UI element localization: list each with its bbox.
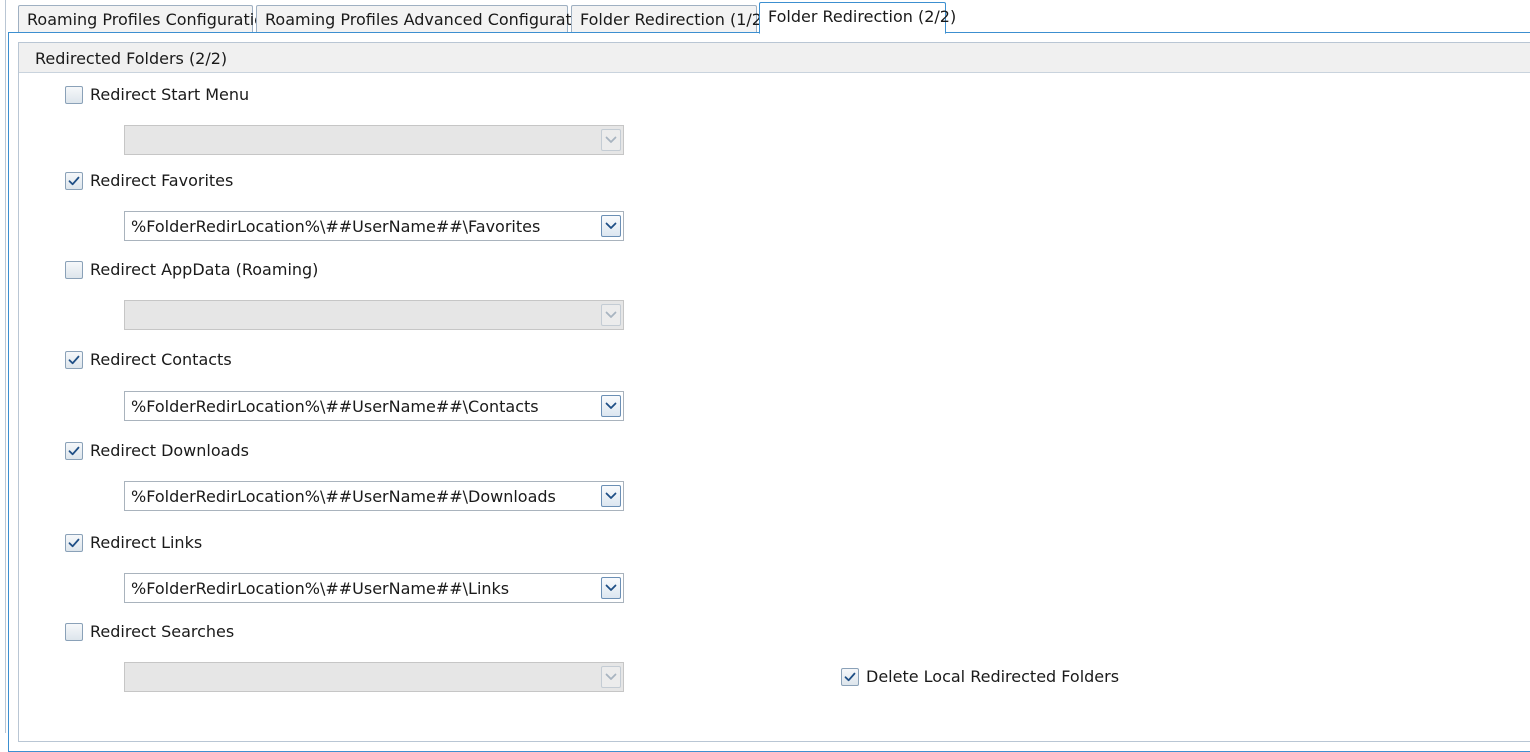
combo-value: %FolderRedirLocation%\##UserName##\Favor… (131, 217, 541, 236)
checkbox-label: Delete Local Redirected Folders (866, 667, 1120, 686)
group-header: Redirected Folders (2/2) (19, 43, 1530, 73)
chevron-down-icon (605, 673, 617, 680)
combo-value: %FolderRedirLocation%\##UserName##\Links (131, 579, 510, 598)
checkbox-label: Redirect Contacts (90, 350, 232, 369)
checkbox-label: Redirect Downloads (90, 441, 249, 460)
checkbox-label: Redirect Favorites (90, 171, 234, 190)
checkmark-icon (68, 538, 80, 548)
dropdown-button[interactable] (601, 129, 621, 151)
combo-value: %FolderRedirLocation%\##UserName##\Conta… (131, 397, 539, 416)
tab-label: Folder Redirection (1/2) (580, 10, 769, 29)
dropdown-button[interactable] (601, 215, 621, 237)
tab-label: Folder Redirection (2/2) (768, 7, 957, 26)
tab-roaming-profiles-advanced-configuration[interactable]: Roaming Profiles Advanced Configuration (256, 5, 596, 32)
checkbox-box[interactable] (65, 442, 83, 460)
combo-value: %FolderRedirLocation%\##UserName##\Downl… (131, 487, 556, 506)
group-title: Redirected Folders (2/2) (35, 49, 228, 68)
tab-label: Roaming Profiles Advanced Configuration (265, 10, 597, 29)
checkbox-box[interactable] (65, 86, 83, 104)
favorites-path-combo[interactable]: %FolderRedirLocation%\##UserName##\Favor… (124, 211, 624, 241)
checkbox-label: Redirect Start Menu (90, 85, 250, 104)
downloads-path-combo[interactable]: %FolderRedirLocation%\##UserName##\Downl… (124, 481, 624, 511)
links-path-combo[interactable]: %FolderRedirLocation%\##UserName##\Links (124, 573, 624, 603)
dropdown-button[interactable] (601, 666, 621, 688)
chevron-down-icon (605, 402, 617, 409)
checkmark-icon (68, 176, 80, 186)
checkbox-box[interactable] (65, 534, 83, 552)
chevron-down-icon (605, 311, 617, 318)
checkmark-icon (68, 446, 80, 456)
contacts-path-combo[interactable]: %FolderRedirLocation%\##UserName##\Conta… (124, 391, 624, 421)
chevron-down-icon (605, 584, 617, 591)
checkbox-box[interactable] (65, 172, 83, 190)
dropdown-button[interactable] (601, 577, 621, 599)
checkbox-label: Redirect AppData (Roaming) (90, 260, 319, 279)
tab-strip: Roaming Profiles Configuration Roaming P… (0, 0, 1530, 34)
checkbox-box[interactable] (65, 261, 83, 279)
appdata-path-combo[interactable] (124, 300, 624, 330)
dropdown-button[interactable] (601, 395, 621, 417)
start-menu-path-combo[interactable] (124, 125, 624, 155)
tab-folder-redirection-2[interactable]: Folder Redirection (2/2) (759, 2, 956, 34)
tab-roaming-profiles-configuration[interactable]: Roaming Profiles Configuration (18, 5, 274, 32)
dropdown-button[interactable] (601, 485, 621, 507)
chevron-down-icon (605, 492, 617, 499)
checkbox-box[interactable] (65, 351, 83, 369)
checkmark-icon (68, 355, 80, 365)
chevron-down-icon (605, 136, 617, 143)
checkmark-icon (844, 672, 856, 682)
searches-path-combo[interactable] (124, 662, 624, 692)
checkbox-label: Redirect Links (90, 533, 203, 552)
chevron-down-icon (605, 222, 617, 229)
tab-folder-redirection-1[interactable]: Folder Redirection (1/2) (571, 5, 768, 32)
dropdown-button[interactable] (601, 304, 621, 326)
checkbox-label: Redirect Searches (90, 622, 235, 641)
window-left-edge (0, 0, 6, 733)
checkbox-box[interactable] (841, 668, 859, 686)
checkbox-box[interactable] (65, 623, 83, 641)
tab-label: Roaming Profiles Configuration (27, 10, 275, 29)
